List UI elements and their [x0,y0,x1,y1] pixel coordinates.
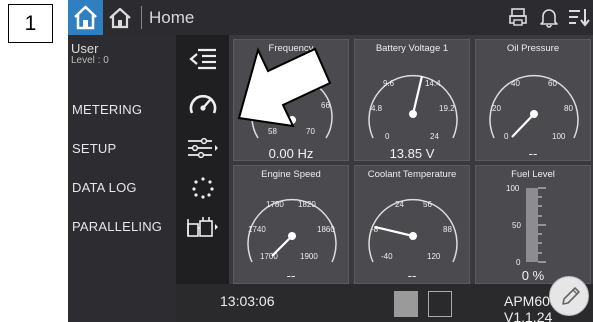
icon-strip [176,35,229,322]
dots-circle-icon[interactable] [176,175,229,201]
tick-label: -8 [371,225,379,234]
tick-label: 19.2 [439,104,455,113]
tick-label: 24 [430,132,439,141]
needle-hub [409,110,417,118]
gauge-icon[interactable] [176,91,229,119]
needle [374,225,414,238]
tick-label: 20 [492,104,501,113]
user-name: User [71,41,99,56]
tick-label: 1820 [298,200,316,209]
status-footer: 13:03:06 APM603 V1.1.24 [176,284,593,322]
fuel-level-track [526,188,538,262]
tick-label: 100 [506,184,520,193]
menu-item-paralleling[interactable]: PARALLELING [72,219,162,234]
gauge-reading: -- [286,268,296,283]
tick-label: 50 [512,221,521,230]
indicator-square-filled[interactable] [394,291,418,317]
gauge-reading: -- [528,146,538,161]
paralleling-icon[interactable] [176,215,229,239]
menu-item-setup[interactable]: SETUP [72,141,116,156]
tick-label: 1900 [300,252,318,261]
step-number-label: 1 [8,4,53,43]
gauge-card-oil-pressure[interactable]: Oil Pressure 40 60 20 80 0 100 -- [475,39,591,161]
gauge-grid: Frequency 54 62 66 58 70 0.00 Hz Battery… [233,39,593,284]
gauge-card-coolant-temperature[interactable]: Coolant Temperature 24 56 -8 88 -40 120 … [354,165,470,284]
frequency-dial: 54 62 66 58 70 [251,76,333,139]
tick-label: 88 [443,225,452,234]
pen-icon [562,287,580,305]
tick-label: 100 [552,132,566,141]
tick-label: 0 [504,132,509,141]
title-separator [141,6,142,29]
tick-label: 56 [423,200,432,209]
tick-label: 1780 [266,200,284,209]
tick-label: 70 [306,127,315,136]
tick-label: 120 [427,252,441,261]
clock-time: 13:03:06 [220,293,275,309]
hmi-screen: Home User Level : 0 METERING SETUP DATA … [68,0,593,322]
gauge-reading: -- [407,268,417,283]
menu-item-data-log[interactable]: DATA LOG [72,180,137,195]
needle-hub [288,116,296,124]
battery-voltage-dial: 9.6 14.4 4.8 19.2 0 24 [368,74,458,141]
gauge-card-fuel-level[interactable]: Fuel Level 100 50 0 0 % [475,165,591,284]
gauge-card-engine-speed[interactable]: Engine Speed 1780 1820 1740 1860 1700 19… [233,165,349,284]
needle-hub [530,110,538,118]
needle [411,75,424,115]
sort-icon[interactable] [568,7,590,32]
tick-label: 54 [256,101,265,110]
tick-label: 9.6 [383,79,395,88]
menu-item-metering[interactable]: METERING [72,102,142,117]
page-title: Home [149,8,195,27]
tick-label: 66 [321,101,330,110]
gauge-reading: 0.00 Hz [268,146,314,161]
tick-label: 40 [511,79,520,88]
gauge-card-frequency[interactable]: Frequency 54 62 66 58 70 0.00 Hz [233,39,349,161]
tick-label: 0 [516,258,521,267]
tick-label: 0 [385,132,390,141]
tick-label: 62 [300,78,309,87]
indicator-square-empty[interactable] [428,291,452,317]
tick-label: 4.8 [371,104,383,113]
tick-label: 1740 [248,225,266,234]
sliders-icon[interactable] [176,136,229,160]
tick-label: 24 [395,200,404,209]
needle [511,113,535,138]
tick-label: 14.4 [425,79,441,88]
user-level: Level : 0 [71,55,109,66]
needle [271,235,293,257]
tick-label: 58 [268,127,277,136]
tick-label: 80 [564,104,573,113]
oil-pressure-dial: 40 60 20 80 0 100 [489,74,579,141]
needle-hub [288,232,296,240]
gauge-reading: 13.85 V [389,146,435,161]
gauge-card-battery-voltage[interactable]: Battery Voltage 1 9.6 14.4 4.8 19.2 0 24… [354,39,470,161]
home-icon[interactable] [108,7,132,34]
bell-icon[interactable] [538,6,560,33]
tick-label: 1860 [317,225,335,234]
side-menu: User Level : 0 METERING SETUP DATA LOG P… [68,35,176,322]
top-bar: Home [68,0,593,35]
tick-label: -40 [381,252,393,261]
home-icon-active[interactable] [68,0,103,35]
printer-icon[interactable] [508,7,528,32]
needle-hub [409,232,417,240]
edit-pen-button[interactable] [549,276,589,316]
collapse-menu-icon[interactable] [176,47,229,71]
tick-label: 60 [548,79,557,88]
